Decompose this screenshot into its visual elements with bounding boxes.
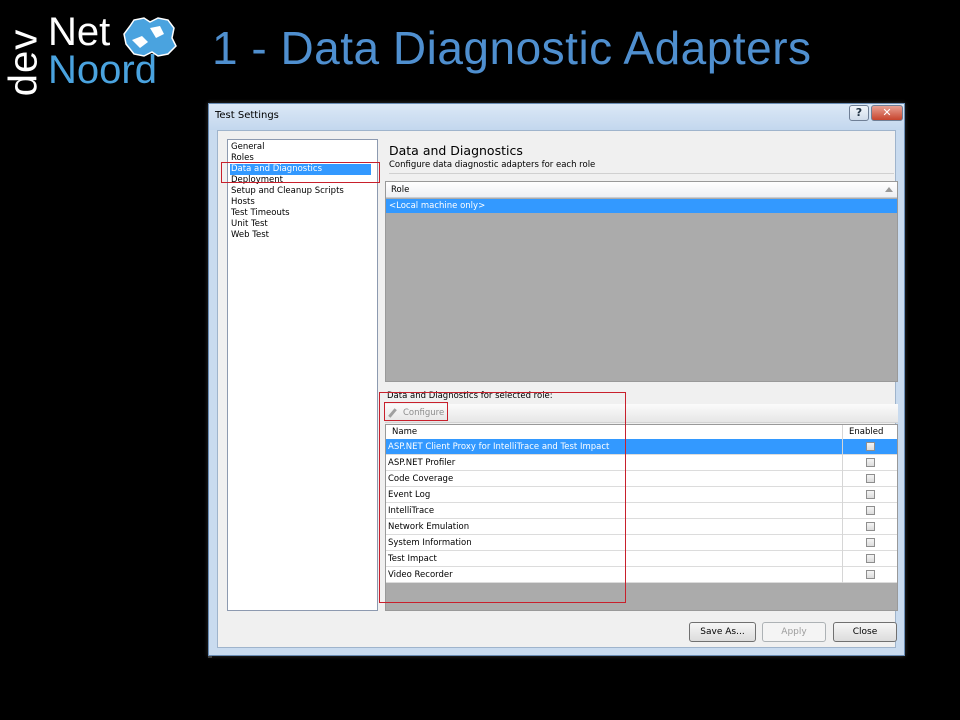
enabled-checkbox[interactable] (866, 554, 875, 563)
enabled-checkbox[interactable] (866, 570, 875, 579)
logo-net-text: Net (48, 10, 111, 54)
role-grid: Role <Local machine only> (385, 181, 898, 382)
devnet-noord-logo: dev Net Noord (1, 10, 178, 96)
highlight-box-nav (221, 162, 380, 183)
enabled-column-header[interactable]: Enabled (842, 425, 898, 439)
nav-item-web-test[interactable]: Web Test (230, 230, 269, 241)
save-as-button[interactable]: Save As... (689, 622, 756, 642)
highlight-box-adapters (379, 392, 626, 603)
heading-divider (389, 173, 894, 174)
section-heading: Data and Diagnostics (389, 143, 523, 158)
nav-item-setup-and-cleanup-scripts[interactable]: Setup and Cleanup Scripts (230, 186, 344, 197)
close-button[interactable]: Close (833, 622, 897, 642)
role-row[interactable]: <Local machine only> (386, 199, 897, 213)
enabled-checkbox[interactable] (866, 442, 875, 451)
apply-button[interactable]: Apply (762, 622, 826, 642)
help-button[interactable]: ? (849, 105, 869, 121)
enabled-checkbox[interactable] (866, 538, 875, 547)
role-column-label: Role (391, 185, 410, 195)
test-settings-dialog: Test Settings ? ✕ General Roles Data and… (208, 103, 905, 656)
window-title: Test Settings (215, 110, 279, 121)
nav-item-hosts[interactable]: Hosts (230, 197, 255, 208)
netherlands-map-icon (123, 17, 177, 57)
sort-ascending-icon (885, 187, 893, 192)
enabled-checkbox[interactable] (866, 522, 875, 531)
nav-item-unit-test[interactable]: Unit Test (230, 219, 268, 230)
window-close-button[interactable]: ✕ (871, 105, 903, 121)
enabled-checkbox[interactable] (866, 506, 875, 515)
nav-item-general[interactable]: General (230, 142, 265, 153)
slide-title: 1 - Data Diagnostic Adapters (212, 22, 812, 74)
enabled-checkbox[interactable] (866, 490, 875, 499)
role-column-header[interactable]: Role (386, 182, 897, 198)
enabled-checkbox[interactable] (866, 474, 875, 483)
highlight-box-configure (384, 402, 448, 421)
dialog-client-area: General Roles Data and Diagnostics Deplo… (217, 130, 898, 648)
enabled-checkbox[interactable] (866, 458, 875, 467)
section-subheading: Configure data diagnostic adapters for e… (389, 160, 596, 170)
title-bar[interactable]: Test Settings ? ✕ (209, 104, 904, 130)
nav-item-test-timeouts[interactable]: Test Timeouts (230, 208, 290, 219)
settings-nav-list: General Roles Data and Diagnostics Deplo… (227, 139, 378, 611)
logo-dev-text: dev (1, 28, 46, 97)
